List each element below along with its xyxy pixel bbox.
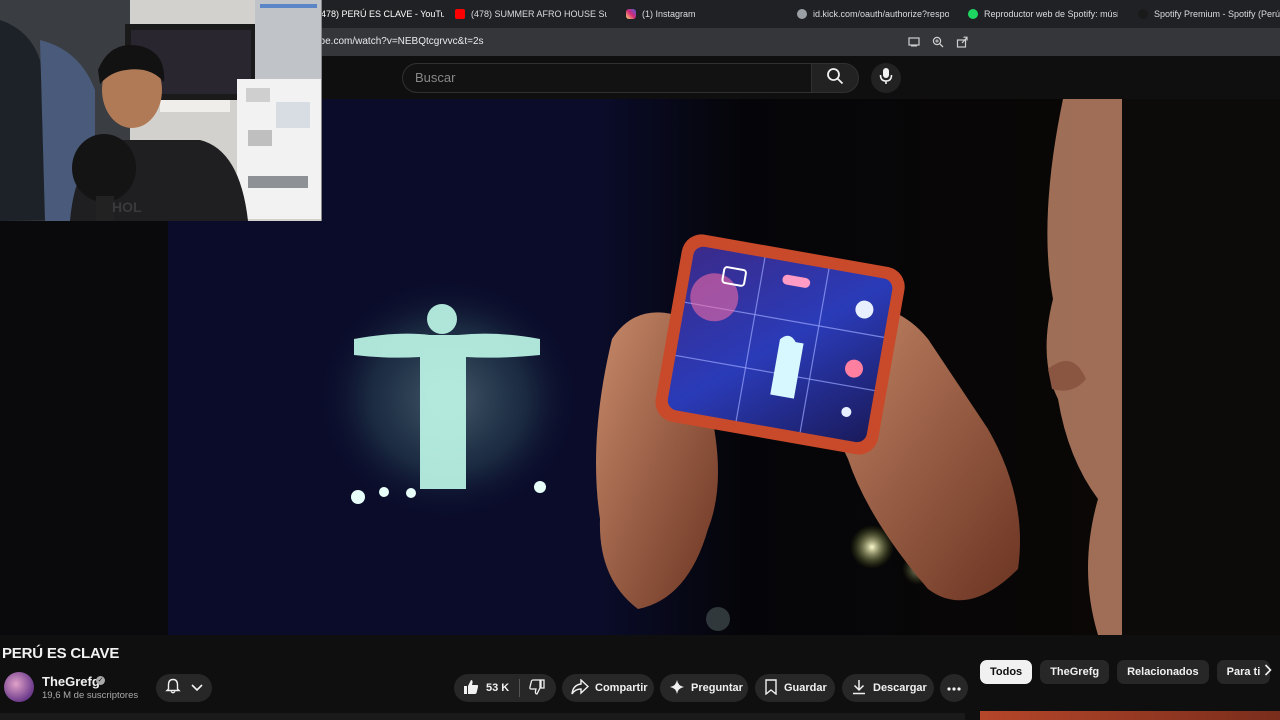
tab-label: (1) Instagram	[642, 9, 696, 19]
bell-icon	[165, 678, 181, 699]
share-page-icon[interactable]	[954, 34, 970, 50]
chip-all[interactable]: Todos	[980, 660, 1033, 684]
dislike-button[interactable]	[528, 678, 546, 699]
zoom-icon[interactable]	[930, 34, 946, 50]
chevron-down-icon	[191, 679, 203, 697]
tab-label: Spotify Premium - Spotify (Perú)	[1154, 9, 1280, 19]
spotify-icon	[1138, 9, 1148, 19]
bookmark-icon	[764, 678, 778, 698]
tab-youtube-peru[interactable]: (478) PERÚ ES CLAVE - YouTube ×	[318, 4, 444, 24]
tab-instagram[interactable]: (1) Instagram	[626, 4, 776, 24]
webcam-overlay: HOL	[0, 0, 322, 221]
related-video-thumbnail[interactable]	[980, 711, 1280, 720]
thumbs-up-icon	[462, 678, 480, 699]
search-icon	[826, 67, 844, 90]
chip-channel[interactable]: TheGrefg	[1040, 660, 1110, 684]
sparkle-icon	[669, 679, 685, 698]
webcam-image: HOL	[0, 0, 321, 221]
more-actions-button[interactable]	[940, 674, 968, 702]
tab-label: (478) PERÚ ES CLAVE - YouTube	[318, 9, 444, 19]
player-letterbox-right	[1122, 99, 1280, 635]
like-button[interactable]: 53 K	[454, 674, 509, 702]
tab-spotify-premium[interactable]: Spotify Premium - Spotify (Perú)	[1138, 4, 1280, 24]
download-icon	[851, 679, 867, 698]
tab-label: Reproductor web de Spotify: música	[984, 9, 1118, 19]
save-button[interactable]: Guardar	[755, 674, 835, 702]
tab-spotify-web[interactable]: Reproductor web de Spotify: música	[968, 4, 1118, 24]
related-chips: Todos TheGrefg Relacionados Para ti	[980, 660, 1271, 684]
like-count: 53 K	[486, 682, 510, 694]
more-icon	[947, 682, 961, 694]
comments-preview-strip	[0, 713, 965, 720]
video-title: PERÚ ES CLAVE	[2, 645, 120, 662]
tab-label: (478) SUMMER AFRO HOUSE Sunset	[471, 9, 607, 19]
subscriber-count: 19,6 M de suscriptores	[42, 690, 139, 701]
youtube-icon	[455, 9, 465, 19]
cast-icon[interactable]	[906, 34, 922, 50]
instagram-icon	[626, 9, 636, 19]
notifications-button[interactable]	[156, 674, 212, 702]
share-label: Compartir	[595, 682, 648, 694]
mic-icon	[879, 67, 893, 90]
share-button[interactable]: Compartir	[562, 674, 654, 702]
address-bar-actions	[906, 34, 970, 50]
channel-avatar[interactable]	[4, 672, 34, 702]
verified-badge-icon: ✓	[96, 676, 105, 685]
ask-button[interactable]: Preguntar	[660, 674, 748, 702]
save-label: Guardar	[784, 682, 827, 694]
like-dislike-group: 53 K	[454, 674, 556, 702]
spotify-icon	[968, 9, 978, 19]
globe-icon	[797, 9, 807, 19]
chips-next-button[interactable]	[1258, 662, 1278, 682]
search-button[interactable]	[811, 63, 859, 93]
share-icon	[571, 677, 590, 698]
like-divider	[519, 679, 521, 697]
tab-label: id.kick.com/oauth/authorize?respons	[813, 9, 949, 19]
thumbs-down-icon	[528, 678, 546, 699]
voice-search-button[interactable]	[871, 63, 901, 93]
channel-name[interactable]: TheGrefg	[42, 674, 100, 689]
url-field[interactable]: ube.com/watch?v=NEBQtcgrvvc&t=2s	[314, 36, 484, 47]
screen: (478) PERÚ ES CLAVE - YouTube × (478) SU…	[0, 0, 1280, 720]
chip-related[interactable]: Relacionados	[1117, 660, 1209, 684]
download-label: Descargar	[873, 682, 927, 694]
download-button[interactable]: Descargar	[842, 674, 934, 702]
tab-youtube-afro[interactable]: (478) SUMMER AFRO HOUSE Sunset	[455, 4, 607, 24]
tab-kick-oauth[interactable]: id.kick.com/oauth/authorize?respons	[797, 4, 949, 24]
ask-label: Preguntar	[691, 682, 743, 694]
svg-text:HOL: HOL	[112, 199, 142, 215]
search-input[interactable]: Buscar	[402, 63, 811, 93]
chevron-right-icon	[1264, 663, 1272, 681]
